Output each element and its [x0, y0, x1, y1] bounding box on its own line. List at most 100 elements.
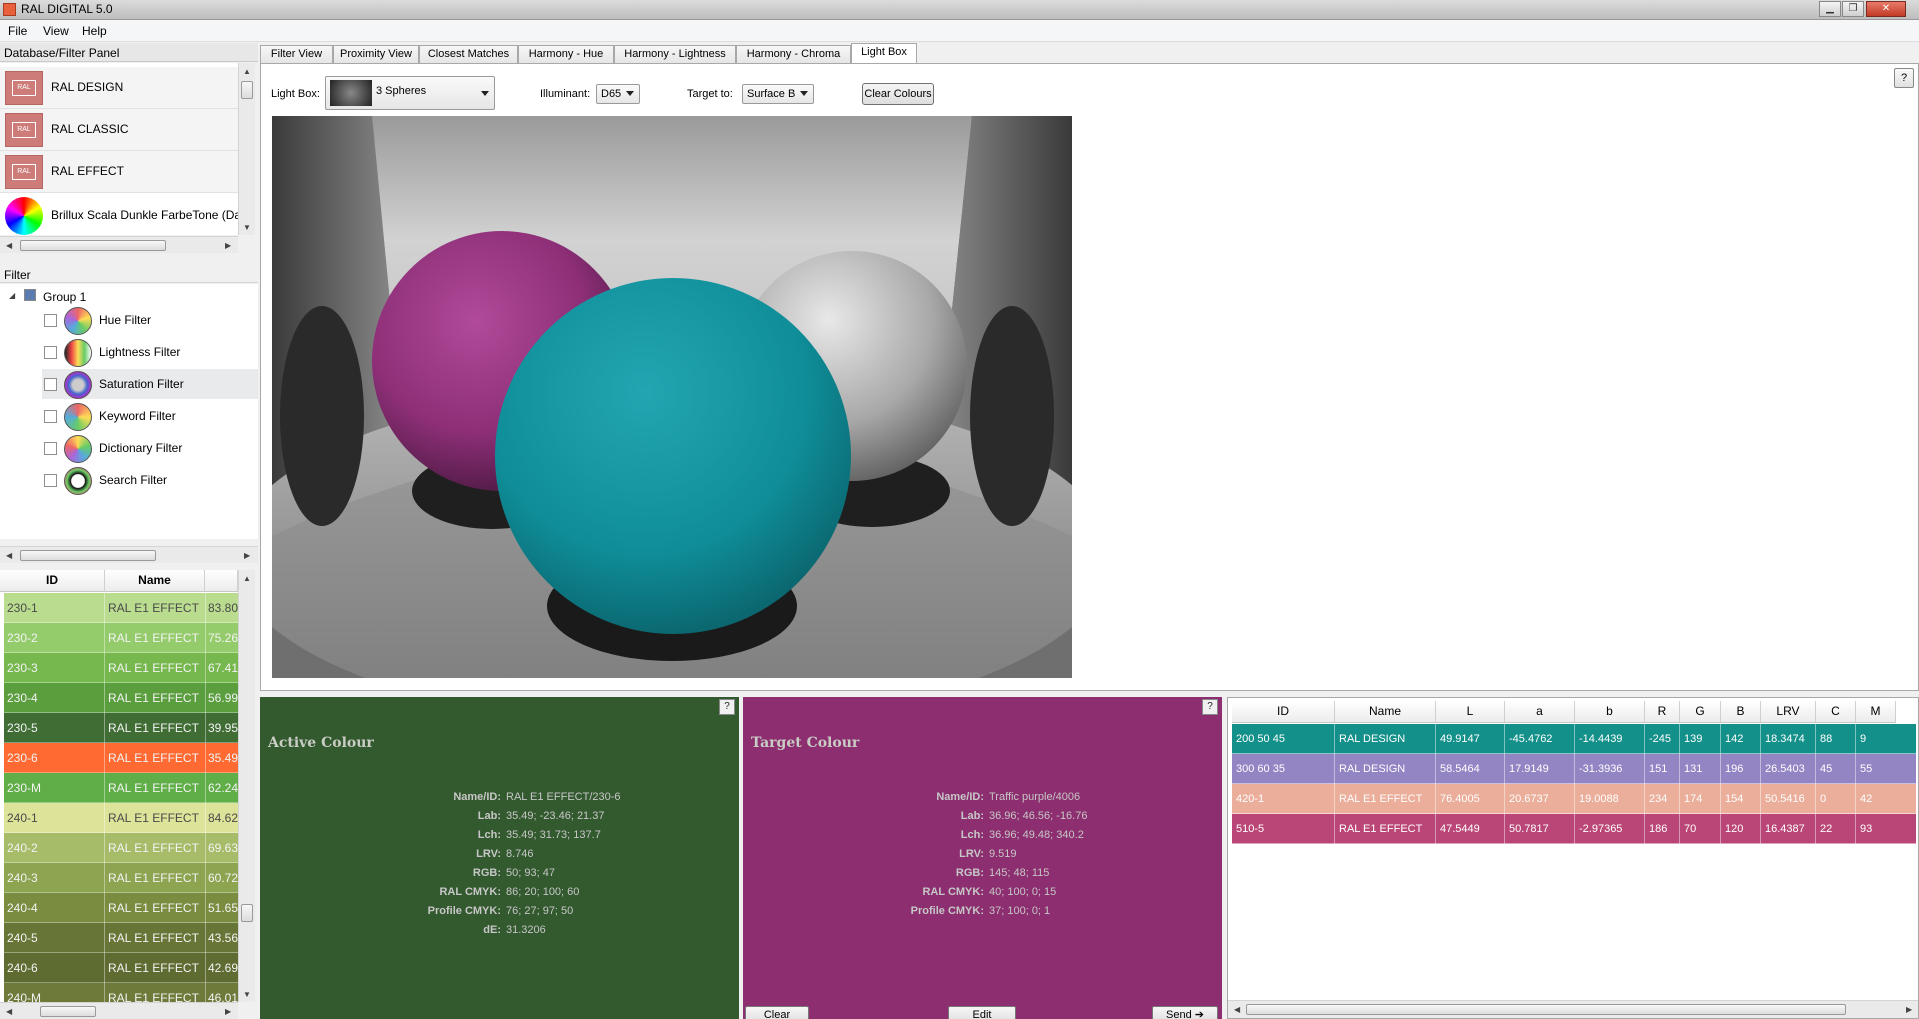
db-list-vscrollbar[interactable]: ▲ ▼: [238, 63, 255, 235]
table-row[interactable]: 230-6 RAL E1 EFFECT 35.490: [4, 743, 238, 773]
table-row[interactable]: 230-4 RAL E1 EFFECT 56.994: [4, 683, 238, 713]
colour-list-vscrollbar[interactable]: ▲ ▼: [238, 570, 255, 1002]
db-item-brillux[interactable]: Brillux Scala Dunkle FarbeTone (Dark: [0, 193, 238, 235]
field-key: Lab:: [960, 810, 984, 822]
table-row[interactable]: 240-3 RAL E1 EFFECT 60.725: [4, 863, 238, 893]
maximize-button[interactable]: ❐: [1842, 1, 1864, 17]
column-divider: [205, 983, 206, 1002]
target-to-select[interactable]: Surface B: [742, 84, 814, 104]
table-row[interactable]: 510-5 RAL E1 EFFECT 47.5449 50.7817 -2.97365…: [1232, 814, 1916, 844]
field-value: 86; 20; 100; 60: [506, 886, 580, 898]
menu-help[interactable]: Help: [82, 24, 107, 38]
column-header-0[interactable]: ID: [1232, 701, 1335, 723]
db-item-ral-effect[interactable]: RAL RAL EFFECT: [0, 151, 238, 193]
filter-item-lightness[interactable]: Lightness Filter: [42, 337, 258, 367]
table-row[interactable]: 240-5 RAL E1 EFFECT 43.563: [4, 923, 238, 953]
db-list-hscrollbar[interactable]: ◀ ▶: [0, 236, 238, 253]
table-row[interactable]: 230-3 RAL E1 EFFECT 67.416: [4, 653, 238, 683]
filter-hscrollbar[interactable]: ◀ ▶: [0, 546, 258, 563]
table-row[interactable]: 200 50 45 RAL DESIGN 49.9147 -45.4762 -14.44…: [1232, 724, 1916, 754]
close-button[interactable]: ✕: [1866, 1, 1906, 17]
column-header-1[interactable]: Name: [1335, 701, 1436, 723]
target-colour-help-button[interactable]: ?: [1202, 699, 1218, 715]
search-filter-checkbox[interactable]: [44, 474, 57, 487]
column-header-id[interactable]: ID: [0, 570, 105, 592]
tab-closest-matches[interactable]: Closest Matches: [419, 45, 518, 64]
active-colour-help-button[interactable]: ?: [719, 699, 735, 715]
table-row[interactable]: 240-4 RAL E1 EFFECT 51.654: [4, 893, 238, 923]
menu-view[interactable]: View: [43, 24, 69, 38]
column-header-3[interactable]: a: [1505, 701, 1575, 723]
tab-harmony-lightness[interactable]: Harmony - Lightness: [614, 45, 736, 64]
field-key: Name/ID:: [936, 791, 984, 803]
table-row[interactable]: 240-M RAL E1 EFFECT 46.013: [4, 983, 238, 1002]
collapse-arrow-icon[interactable]: ◢: [9, 291, 15, 300]
cell-name: RAL E1 EFFECT: [108, 991, 199, 1002]
colour-field: RGB: 145; 48; 115: [796, 867, 1049, 879]
cell-value: 67.416: [208, 661, 238, 675]
keyword-filter-checkbox[interactable]: [44, 410, 57, 423]
column-header-4[interactable]: b: [1575, 701, 1645, 723]
column-header-2[interactable]: L: [1436, 701, 1505, 723]
edit-button[interactable]: Edit: [948, 1006, 1016, 1019]
minimize-button[interactable]: ▁: [1819, 1, 1841, 17]
column-header-10[interactable]: M: [1856, 701, 1896, 723]
table-row[interactable]: 230-1 RAL E1 EFFECT 83.800: [4, 593, 238, 623]
table-row[interactable]: 230-M RAL E1 EFFECT 62.247: [4, 773, 238, 803]
illuminant-select[interactable]: D65: [596, 84, 640, 104]
table-row[interactable]: 240-2 RAL E1 EFFECT 69.633: [4, 833, 238, 863]
table-cell: 76.4005: [1440, 793, 1480, 805]
column-header-9[interactable]: C: [1816, 701, 1856, 723]
filter-item-search[interactable]: Search Filter: [42, 465, 258, 495]
light-box-help-button[interactable]: ?: [1894, 68, 1914, 88]
column-header-7[interactable]: B: [1721, 701, 1761, 723]
matches-hscrollbar[interactable]: ◀ ▶: [1228, 1000, 1918, 1018]
column-header-8[interactable]: LRV: [1761, 701, 1816, 723]
sphere-front[interactable]: [495, 278, 851, 634]
filter-item-keyword[interactable]: Keyword Filter: [42, 401, 258, 431]
table-row[interactable]: 420-1 RAL E1 EFFECT 76.4005 20.6737 19.0088 2…: [1232, 784, 1916, 814]
column-divider: [1679, 724, 1680, 754]
hue-filter-checkbox[interactable]: [44, 314, 57, 327]
colour-list-hscrollbar[interactable]: ◀ ▶: [0, 1002, 238, 1019]
table-row[interactable]: 240-1 RAL E1 EFFECT 84.622: [4, 803, 238, 833]
db-item-ral-design[interactable]: RAL RAL DESIGN: [0, 67, 238, 109]
table-row[interactable]: 240-6 RAL E1 EFFECT 42.698: [4, 953, 238, 983]
tab-proximity-view[interactable]: Proximity View: [333, 45, 419, 64]
send-button[interactable]: Send ➔: [1152, 1006, 1218, 1019]
cell-name: RAL E1 EFFECT: [108, 631, 199, 645]
cell-value: 56.994: [208, 691, 238, 705]
cell-id: 230-5: [7, 721, 38, 735]
field-value: 35.49; 31.73; 137.7: [506, 829, 601, 841]
column-divider: [205, 743, 206, 773]
field-key: Lab:: [477, 810, 501, 822]
table-row[interactable]: 230-2 RAL E1 EFFECT 75.266: [4, 623, 238, 653]
tab-light-box[interactable]: Light Box: [851, 43, 917, 65]
illuminant-label: Illuminant:: [540, 88, 591, 100]
dictionary-filter-checkbox[interactable]: [44, 442, 57, 455]
column-header-name[interactable]: Name: [105, 570, 205, 592]
filter-panel-header: Filter: [0, 265, 258, 283]
column-header-value[interactable]: [205, 570, 238, 592]
filter-item-dictionary[interactable]: Dictionary Filter: [42, 433, 258, 463]
db-item-ral-classic[interactable]: RAL RAL CLASSIC: [0, 109, 238, 151]
saturation-filter-checkbox[interactable]: [44, 378, 57, 391]
tab-harmony-hue[interactable]: Harmony - Hue: [518, 45, 614, 64]
filter-item-saturation[interactable]: Saturation Filter: [42, 369, 258, 399]
clear-button[interactable]: Clear: [745, 1006, 809, 1019]
filter-item-hue[interactable]: Hue Filter: [42, 305, 258, 335]
light-box-scene[interactable]: [272, 116, 1072, 678]
table-row[interactable]: 230-5 RAL E1 EFFECT 39.959: [4, 713, 238, 743]
lightness-filter-checkbox[interactable]: [44, 346, 57, 359]
column-header-6[interactable]: G: [1680, 701, 1721, 723]
column-header-5[interactable]: R: [1645, 701, 1680, 723]
light-box-select[interactable]: 3 Spheres: [325, 76, 495, 110]
group-checkbox[interactable]: [24, 289, 36, 301]
tab-filter-view[interactable]: Filter View: [260, 45, 333, 64]
cell-value: 60.725: [208, 871, 238, 885]
clear-colours-button[interactable]: Clear Colours: [862, 83, 934, 105]
menu-file[interactable]: File: [8, 24, 27, 38]
table-cell: 50.7817: [1509, 823, 1549, 835]
table-row[interactable]: 300 60 35 RAL DESIGN 58.5464 17.9149 -31.393…: [1232, 754, 1916, 784]
tab-harmony-chroma[interactable]: Harmony - Chroma: [736, 45, 851, 64]
